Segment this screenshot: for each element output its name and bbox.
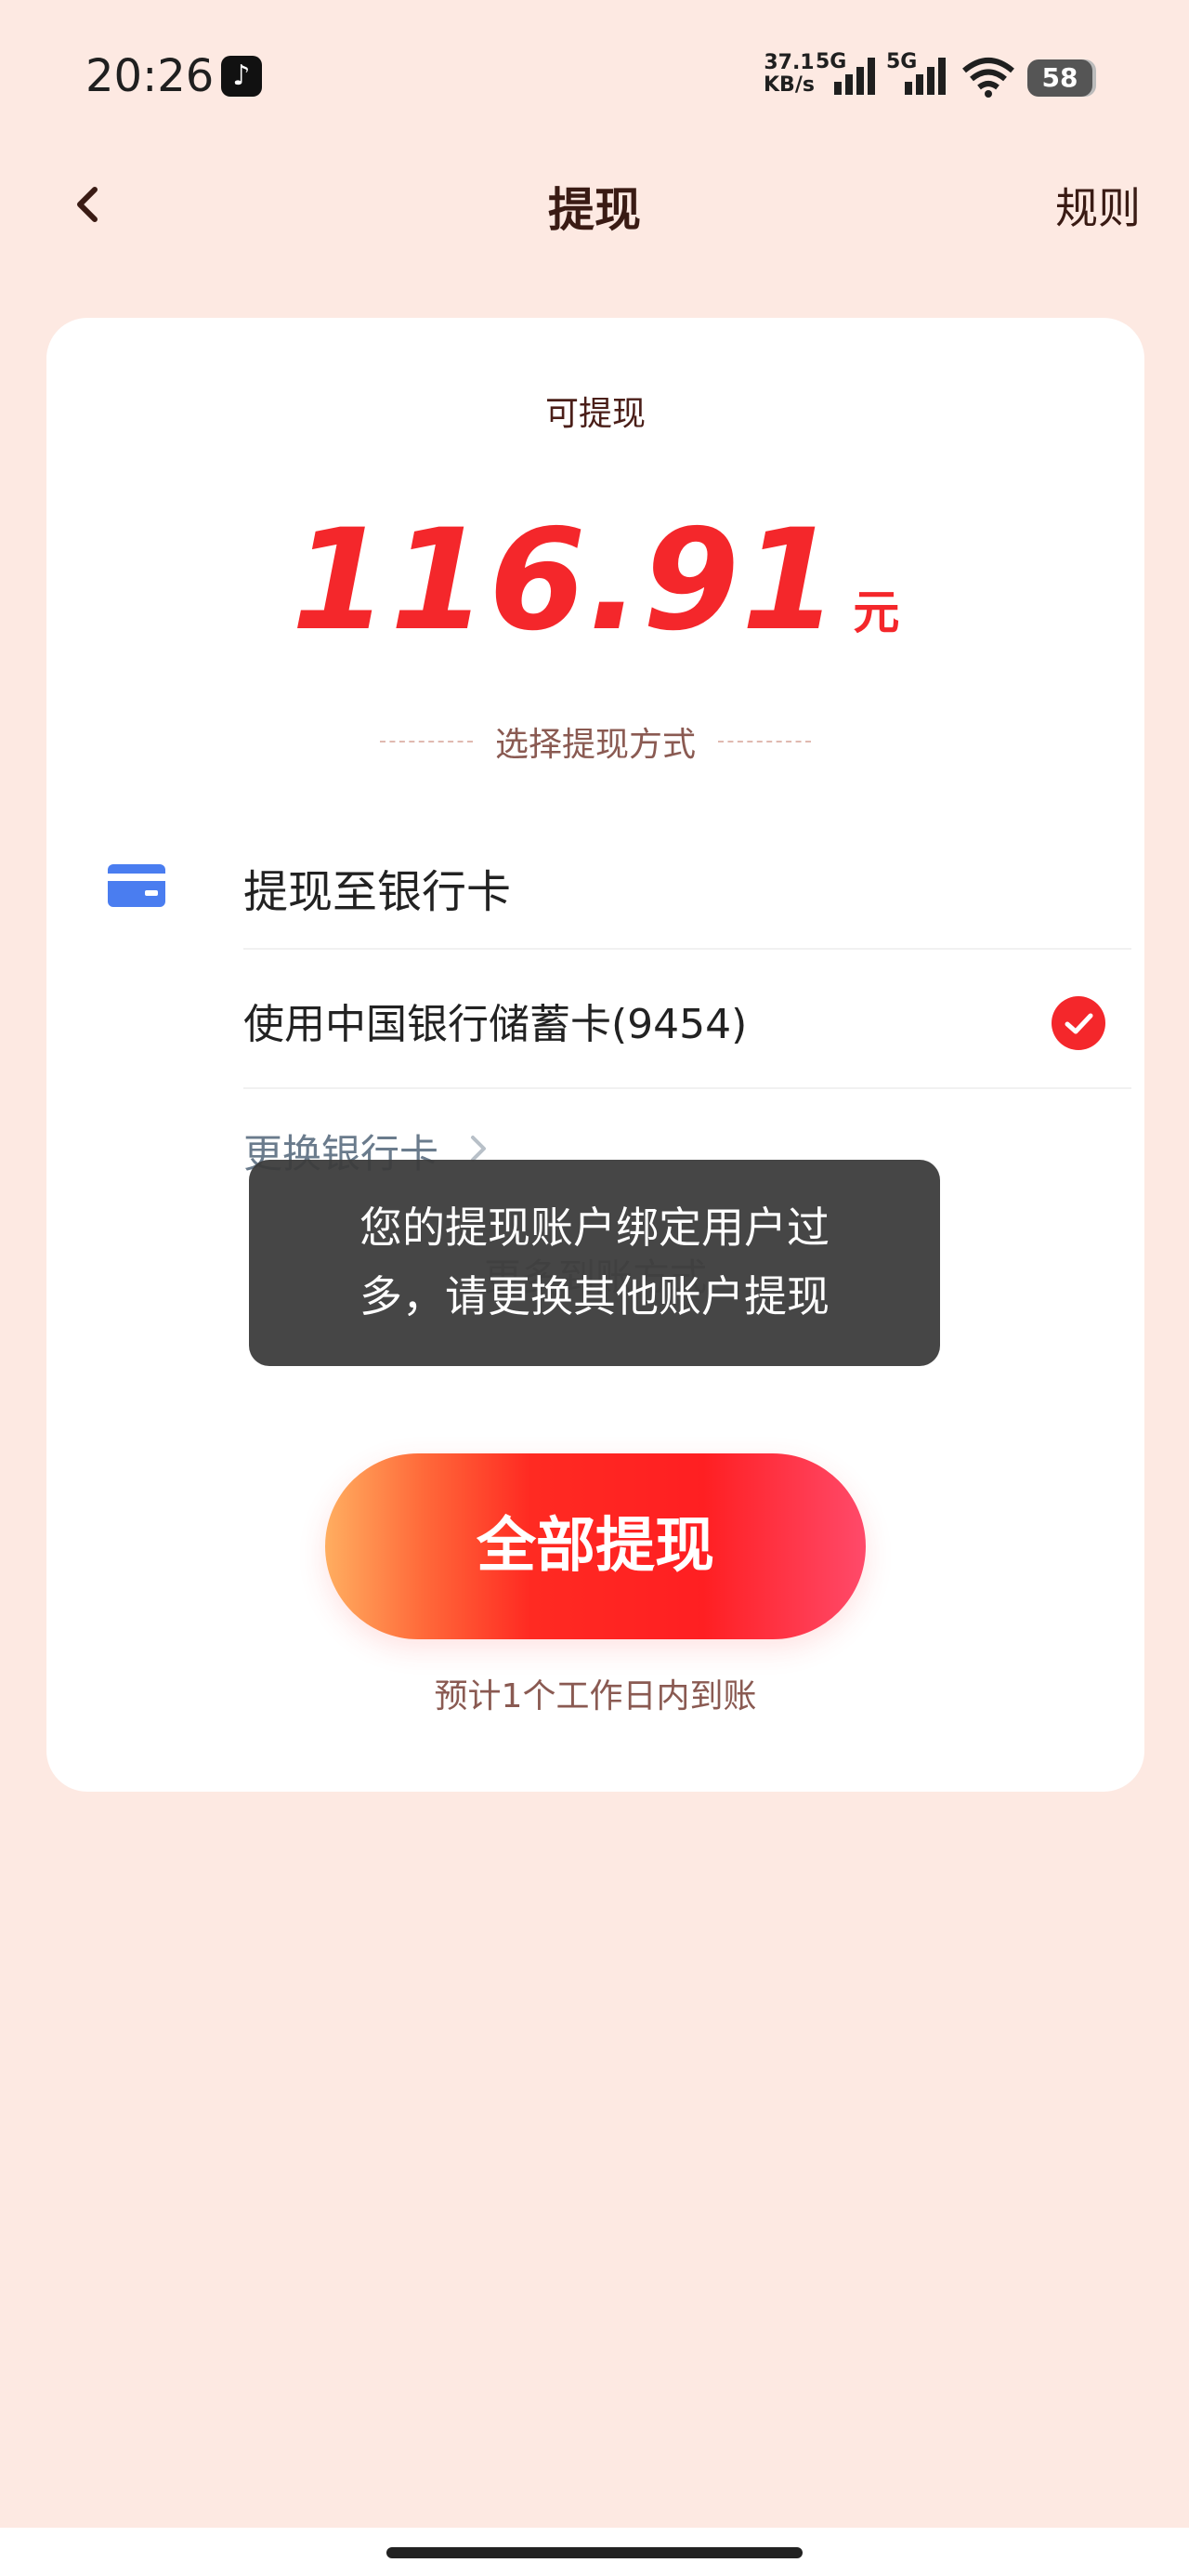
method-divider-label: 选择提现方式	[494, 726, 696, 764]
withdraw-card: 可提现 116.91 元 选择提现方式 提现至银行卡 使用中国银行储蓄卡(9454…	[46, 318, 1144, 1792]
network-speed-unit: KB/s	[764, 73, 815, 97]
bank-card-option[interactable]: 使用中国银行储蓄卡(9454)	[243, 950, 1131, 1087]
toast-message: 您的提现账户绑定用户过多，请更换其他账户提现	[249, 1160, 940, 1366]
battery-icon: 58	[1027, 59, 1092, 97]
available-amount: 116.91	[291, 500, 841, 662]
network-speed: 37.1 KB/s	[764, 52, 815, 97]
status-bar: 20:26 ♪ 37.1 KB/s 5G 5G 58	[0, 0, 1189, 158]
divider-line-left	[379, 741, 473, 743]
signal-icon	[834, 58, 875, 95]
signal-icon-2	[905, 58, 946, 95]
network-speed-value: 37.1	[764, 51, 815, 74]
status-time: 20:26	[85, 50, 215, 102]
check-circle-icon	[1052, 996, 1105, 1050]
wifi-icon	[962, 58, 1014, 98]
divider-line-right	[718, 741, 811, 743]
method-divider: 选择提现方式	[46, 717, 1144, 766]
page-header: 提现 规则	[0, 158, 1189, 251]
amount-row: 116.91 元	[46, 500, 1144, 662]
divider	[243, 1087, 1131, 1089]
currency-label: 元	[853, 585, 900, 639]
bank-section-title: 提现至银行卡	[243, 866, 512, 918]
page-title: 提现	[548, 183, 641, 237]
available-label: 可提现	[544, 395, 646, 433]
withdraw-all-button[interactable]: 全部提现	[325, 1453, 866, 1639]
bank-card-icon	[108, 864, 165, 907]
home-indicator[interactable]	[386, 2547, 803, 2558]
rules-link[interactable]: 规则	[1055, 175, 1141, 236]
arrival-estimate: 预计1个工作日内到账	[434, 1677, 757, 1715]
tiktok-icon: ♪	[221, 56, 262, 97]
bank-card-option-label: 使用中国银行储蓄卡(9454)	[243, 1001, 748, 1048]
